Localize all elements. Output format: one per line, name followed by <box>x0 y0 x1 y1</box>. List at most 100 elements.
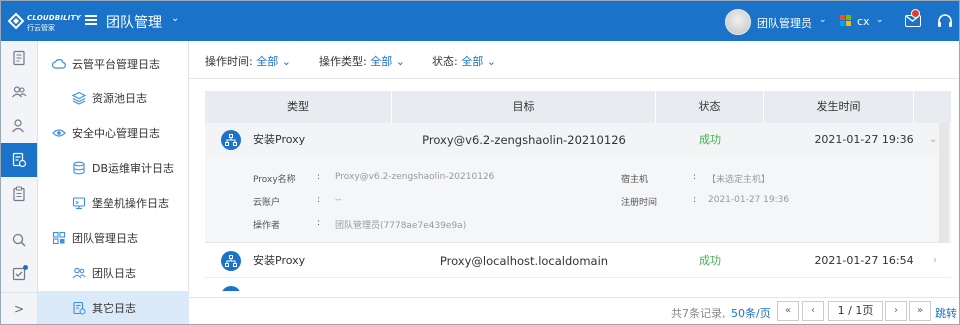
subnav-label: 团队管理日志 <box>72 232 138 245</box>
filter-value[interactable]: 全部 <box>370 55 392 68</box>
subnav-item-bastion-log[interactable]: 堡垒机操作日志 <box>38 186 189 220</box>
subnav-item-team-log[interactable]: 团队日志 <box>38 256 189 290</box>
detail-sep: : <box>693 172 697 182</box>
per-page-select[interactable]: 50条/页 <box>731 305 771 321</box>
subnav-label: 堡垒机操作日志 <box>92 197 169 210</box>
subnav-item-db-audit-log[interactable]: DB运维审计日志 <box>38 151 189 185</box>
detail-sep: : <box>693 195 697 205</box>
rail-document-icon[interactable] <box>1 41 37 75</box>
rail-user-icon[interactable] <box>1 109 37 143</box>
top-bar: CLOUDBILITY 行云管家 团队管理 ⌄ 团队管理员 ⌄ cx ⌄ <box>1 1 959 41</box>
detail-value-register-time: 2021-01-27 19:36 <box>708 195 790 205</box>
cell-target: Proxy@v6.2-zengshaolin-20210126 <box>422 133 626 147</box>
user-name[interactable]: 团队管理员 <box>757 15 812 31</box>
current-page[interactable]: 1 / 1页 <box>828 301 883 321</box>
subnav-item-team-management-log[interactable]: 团队管理日志 <box>38 221 189 255</box>
logo-mark-icon <box>7 12 25 30</box>
filter-status[interactable]: 状态: 全部 ⌄ <box>432 53 496 69</box>
expand-chevron-icon[interactable]: › <box>933 244 937 278</box>
table-header: 类型 目标 状态 发生时间 <box>205 91 951 123</box>
bastion-icon <box>72 197 86 210</box>
filter-operation-time[interactable]: 操作时间: 全部 ⌄ <box>205 53 291 69</box>
detail-sep: : <box>317 172 321 182</box>
detail-value-host: 【未选定主机】 <box>707 175 771 185</box>
eye-icon <box>52 129 66 137</box>
detail-value-cloud-account: -- <box>335 195 342 205</box>
windows-logo-icon[interactable] <box>840 15 852 27</box>
subnav-label: 安全中心管理日志 <box>72 127 160 140</box>
detail-label-proxy-name: Proxy名称 <box>253 175 296 185</box>
collapse-chevron-icon[interactable]: ⌄ <box>929 123 937 157</box>
detail-label-register-time: 注册时间 <box>621 198 658 208</box>
app-title[interactable]: 团队管理 <box>106 12 162 32</box>
filter-value[interactable]: 全部 <box>256 55 278 68</box>
detail-sep: : <box>317 195 321 205</box>
detail-label-operator: 操作者 <box>253 221 281 231</box>
filter-label: 状态: <box>432 55 458 68</box>
layers-icon <box>72 91 86 105</box>
region-chevron-icon[interactable]: ⌄ <box>876 15 884 25</box>
logo-subtitle: 行云管家 <box>27 24 55 32</box>
region-label[interactable]: cx <box>857 15 870 28</box>
notification-badge <box>911 9 920 18</box>
table-row[interactable] <box>205 279 951 291</box>
rail-log-icon[interactable] <box>1 143 37 177</box>
jump-button[interactable]: 跳转 <box>935 305 957 321</box>
cell-status: 成功 <box>699 254 721 267</box>
grid-icon <box>52 231 66 245</box>
chevron-down-icon[interactable]: ⌄ <box>396 55 405 68</box>
icon-rail: > <box>1 41 38 324</box>
log-table: 类型 目标 状态 发生时间 安装Proxy Proxy@v6.2-zengsha… <box>205 91 951 291</box>
cell-target: Proxy@localhost.localdomain <box>439 254 609 268</box>
subnav-label: DB运维审计日志 <box>92 162 175 175</box>
rail-expand-button[interactable]: > <box>1 292 37 324</box>
subnav-item-cloud-platform-log[interactable]: 云管平台管理日志 <box>38 47 189 81</box>
table-row[interactable]: 安装Proxy Proxy@v6.2-zengshaolin-20210126 … <box>205 123 951 157</box>
column-header-status: 状态 <box>656 91 764 123</box>
cell-type: 安装Proxy <box>253 254 306 267</box>
rail-clipboard-icon[interactable] <box>1 177 37 211</box>
rail-users-icon[interactable] <box>1 75 37 109</box>
detail-label-cloud-account: 云账户 <box>253 198 281 208</box>
column-header-target: 目标 <box>392 91 656 123</box>
last-page-button[interactable]: » <box>909 301 931 321</box>
menu-toggle-icon[interactable] <box>85 15 97 25</box>
headset-icon[interactable] <box>937 14 953 28</box>
rail-search-icon[interactable] <box>1 223 37 257</box>
chevron-down-icon[interactable]: ⌄ <box>282 55 291 68</box>
rail-checklist-icon[interactable] <box>1 257 37 291</box>
filter-label: 操作类型: <box>319 55 367 68</box>
first-page-button[interactable]: « <box>777 301 799 321</box>
total-records: 共7条记录, <box>671 307 726 320</box>
user-avatar[interactable] <box>725 9 751 35</box>
detail-label-host: 宿主机 <box>621 175 649 185</box>
subnav-label: 资源池日志 <box>92 92 147 105</box>
user-menu-chevron-icon[interactable]: ⌄ <box>819 15 827 25</box>
cell-status: 成功 <box>699 133 721 146</box>
app-switch-chevron-icon[interactable]: ⌄ <box>171 13 179 24</box>
table-scrollbar[interactable] <box>939 123 949 243</box>
table-row[interactable]: 安装Proxy Proxy@localhost.localdomain 成功 2… <box>205 244 951 278</box>
detail-value-proxy-name: Proxy@v6.2-zengshaolin-20210126 <box>335 172 495 182</box>
cloudbility-logo[interactable]: CLOUDBILITY 行云管家 <box>7 12 81 32</box>
next-page-button[interactable]: › <box>885 301 907 321</box>
filter-value[interactable]: 全部 <box>461 55 483 68</box>
subnav-item-security-center-log[interactable]: 安全中心管理日志 <box>38 116 189 150</box>
subnav-label: 团队日志 <box>92 267 136 280</box>
cell-type: 安装Proxy <box>253 133 306 146</box>
prev-page-button[interactable]: ‹ <box>802 301 824 321</box>
network-icon <box>221 251 241 271</box>
chevron-down-icon[interactable]: ⌄ <box>487 55 496 68</box>
subnav-item-other-log[interactable]: 其它日志 <box>38 291 189 324</box>
subnav-label: 其它日志 <box>92 301 136 315</box>
column-header-type: 类型 <box>205 91 392 123</box>
filter-operation-type[interactable]: 操作类型: 全部 ⌄ <box>319 53 405 69</box>
subnav-item-resource-pool-log[interactable]: 资源池日志 <box>38 81 189 115</box>
pagination-bar: 共7条记录, 50条/页 « ‹ 1 / 1页 › » 跳转 <box>189 297 959 324</box>
rail-badge-dot <box>23 265 28 270</box>
cell-time: 2021-01-27 19:36 <box>814 133 914 146</box>
network-icon <box>221 130 241 150</box>
cloud-icon <box>52 59 66 69</box>
row-detail-panel: Proxy名称 : Proxy@v6.2-zengshaolin-2021012… <box>205 157 951 243</box>
other-log-icon <box>73 301 86 314</box>
